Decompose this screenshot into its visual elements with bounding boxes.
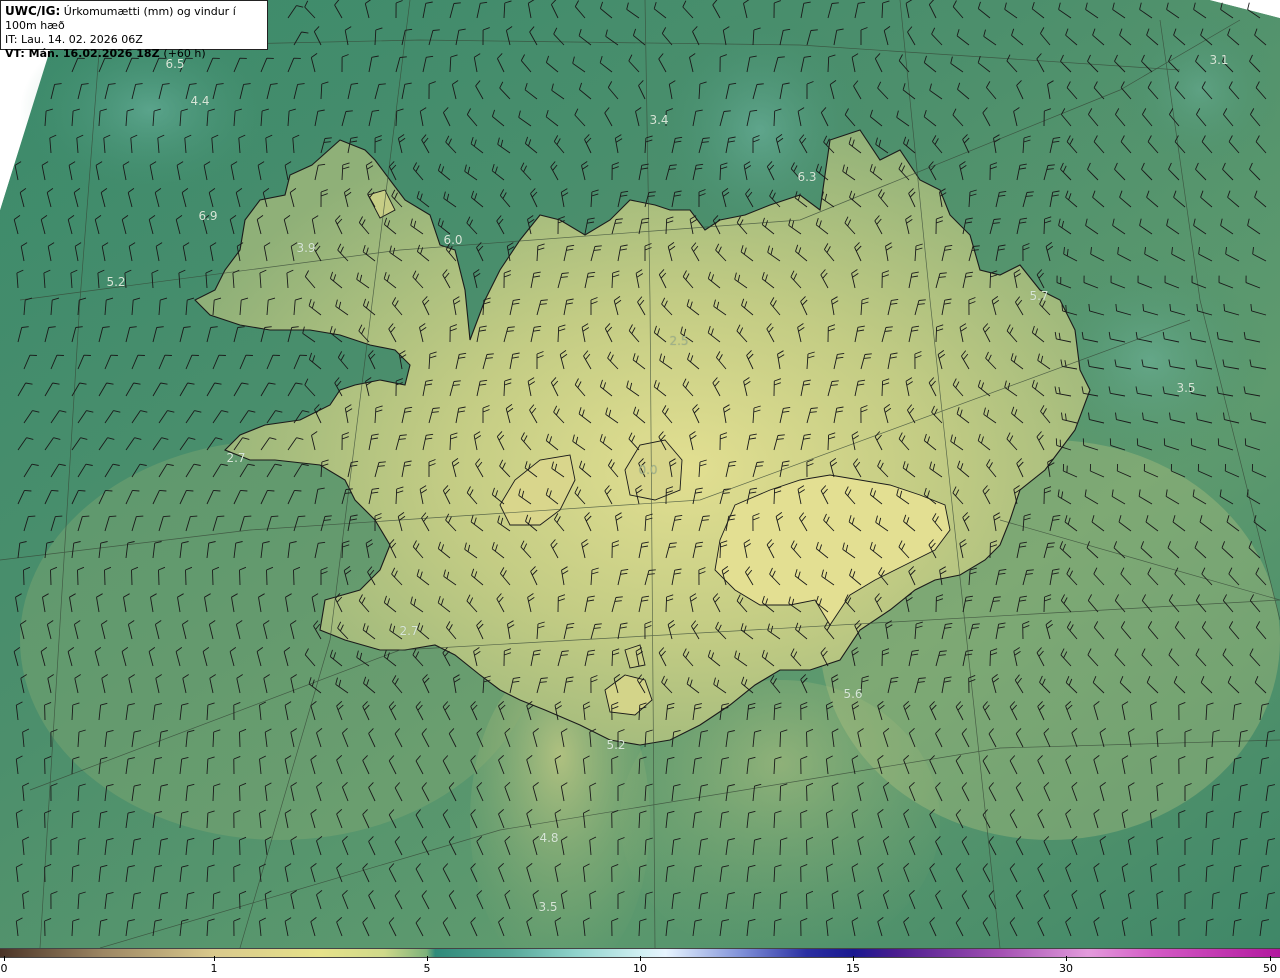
colorbar-tick-mark: [1270, 956, 1271, 961]
colorbar-tick-label: 15: [846, 962, 860, 975]
issue-time: IT: Lau. 14. 02. 2026 06Z: [5, 33, 143, 46]
colorbar-tick-label: 50: [1263, 962, 1277, 975]
value-label: 0.0: [638, 463, 658, 477]
colorbar-tick-mark: [640, 956, 641, 961]
value-label: 3.5: [1176, 381, 1196, 395]
map-title-box: UWC/IG: Úrkomumætti (mm) og vindur í 100…: [0, 0, 268, 60]
value-label: 6.3: [797, 170, 817, 184]
value-label: 5.6: [843, 687, 863, 701]
colorbar-tick-label: 5: [423, 962, 431, 975]
colorbar-tick-label: 0: [0, 962, 8, 975]
colorbar-tick-mark: [1066, 956, 1067, 961]
value-label: 2.7: [226, 451, 246, 465]
value-label: 3.5: [538, 900, 558, 914]
value-label: 2.7: [399, 624, 419, 638]
title-line-1: UWC/IG: Úrkomumætti (mm) og vindur í 100…: [5, 4, 263, 33]
valid-time-line: VT: Mán. 16.02.2026 18Z (+60 h): [5, 47, 263, 61]
lead-time: (+60 h): [163, 47, 206, 60]
value-label: 5.2: [106, 275, 126, 289]
value-label: 6.9: [198, 209, 218, 223]
colorbar-tick-mark: [427, 956, 428, 961]
value-label: 6.0: [443, 233, 463, 247]
valid-time: VT: Mán. 16.02.2026 18Z: [5, 47, 160, 60]
colorbar-tick-label: 10: [633, 962, 647, 975]
value-label: 4.4: [190, 94, 210, 108]
value-label: 5.7: [1029, 289, 1049, 303]
colorbar-tick-mark: [853, 956, 854, 961]
forecast-map: UWC/IG: Úrkomumætti (mm) og vindur í 100…: [0, 0, 1280, 948]
value-label: 4.8: [539, 831, 559, 845]
product-name: UWC/IG:: [5, 4, 61, 18]
colorbar-tick-mark: [4, 956, 5, 961]
value-label: 3.1: [1209, 53, 1229, 67]
value-label: 3.9: [296, 241, 316, 255]
value-label: 3.4: [649, 113, 669, 127]
colorbar-tick-label: 1: [210, 962, 218, 975]
value-label: 2.5: [669, 334, 689, 348]
value-label: 5.2: [606, 738, 626, 752]
colorbar-tick-mark: [214, 956, 215, 961]
colorbar-tick-label: 30: [1059, 962, 1073, 975]
